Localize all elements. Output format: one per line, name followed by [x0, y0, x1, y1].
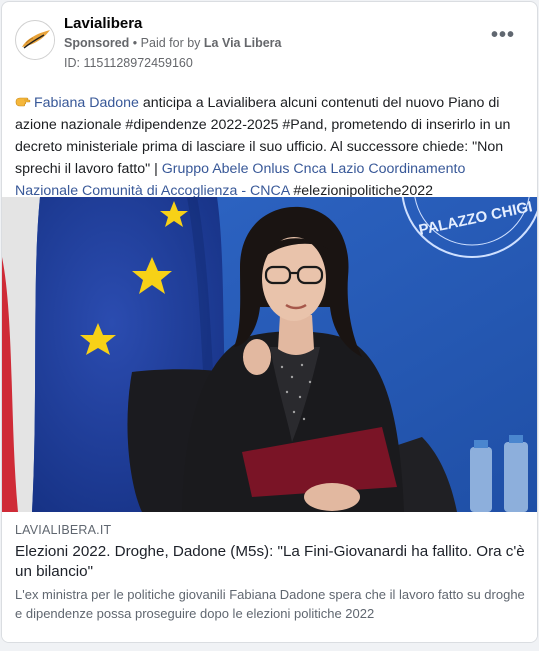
link-title[interactable]: Elezioni 2022. Droghe, Dadone (M5s): "La…: [15, 542, 525, 582]
link-domain: LAVIALIBERA.IT: [15, 523, 112, 537]
photo-illustration: PALAZZO CHIGI: [2, 197, 537, 512]
link-preview[interactable]: LAVIALIBERA.IT Elezioni 2022. Droghe, Da…: [2, 512, 537, 642]
hand-pointing-icon: [15, 97, 31, 107]
page-avatar[interactable]: [15, 20, 55, 60]
mention-person-link[interactable]: Fabiana Dadone: [34, 95, 139, 111]
paid-for-prefix: Paid for by: [140, 36, 201, 50]
sponsored-meta: Sponsored • Paid for by La Via Libera: [64, 36, 282, 50]
page-name[interactable]: Lavialibera: [64, 15, 142, 32]
ad-id: ID: 1151128972459160: [64, 56, 193, 70]
link-description: L'ex ministra per le politiche giovanili…: [15, 587, 525, 621]
payer-name[interactable]: La Via Libera: [204, 36, 282, 50]
sponsored-post-card: Lavialibera Sponsored • Paid for by La V…: [1, 1, 538, 643]
lavialibera-logo-icon: [17, 22, 54, 59]
post-text: Fabiana Dadone anticipa a Lavialibera al…: [15, 92, 525, 202]
post-header: Lavialibera Sponsored • Paid for by La V…: [2, 2, 537, 82]
post-photo[interactable]: PALAZZO CHIGI: [2, 197, 537, 512]
sponsored-label[interactable]: Sponsored: [64, 36, 129, 50]
meta-separator: •: [132, 36, 138, 50]
more-options-icon[interactable]: •••: [491, 25, 515, 45]
